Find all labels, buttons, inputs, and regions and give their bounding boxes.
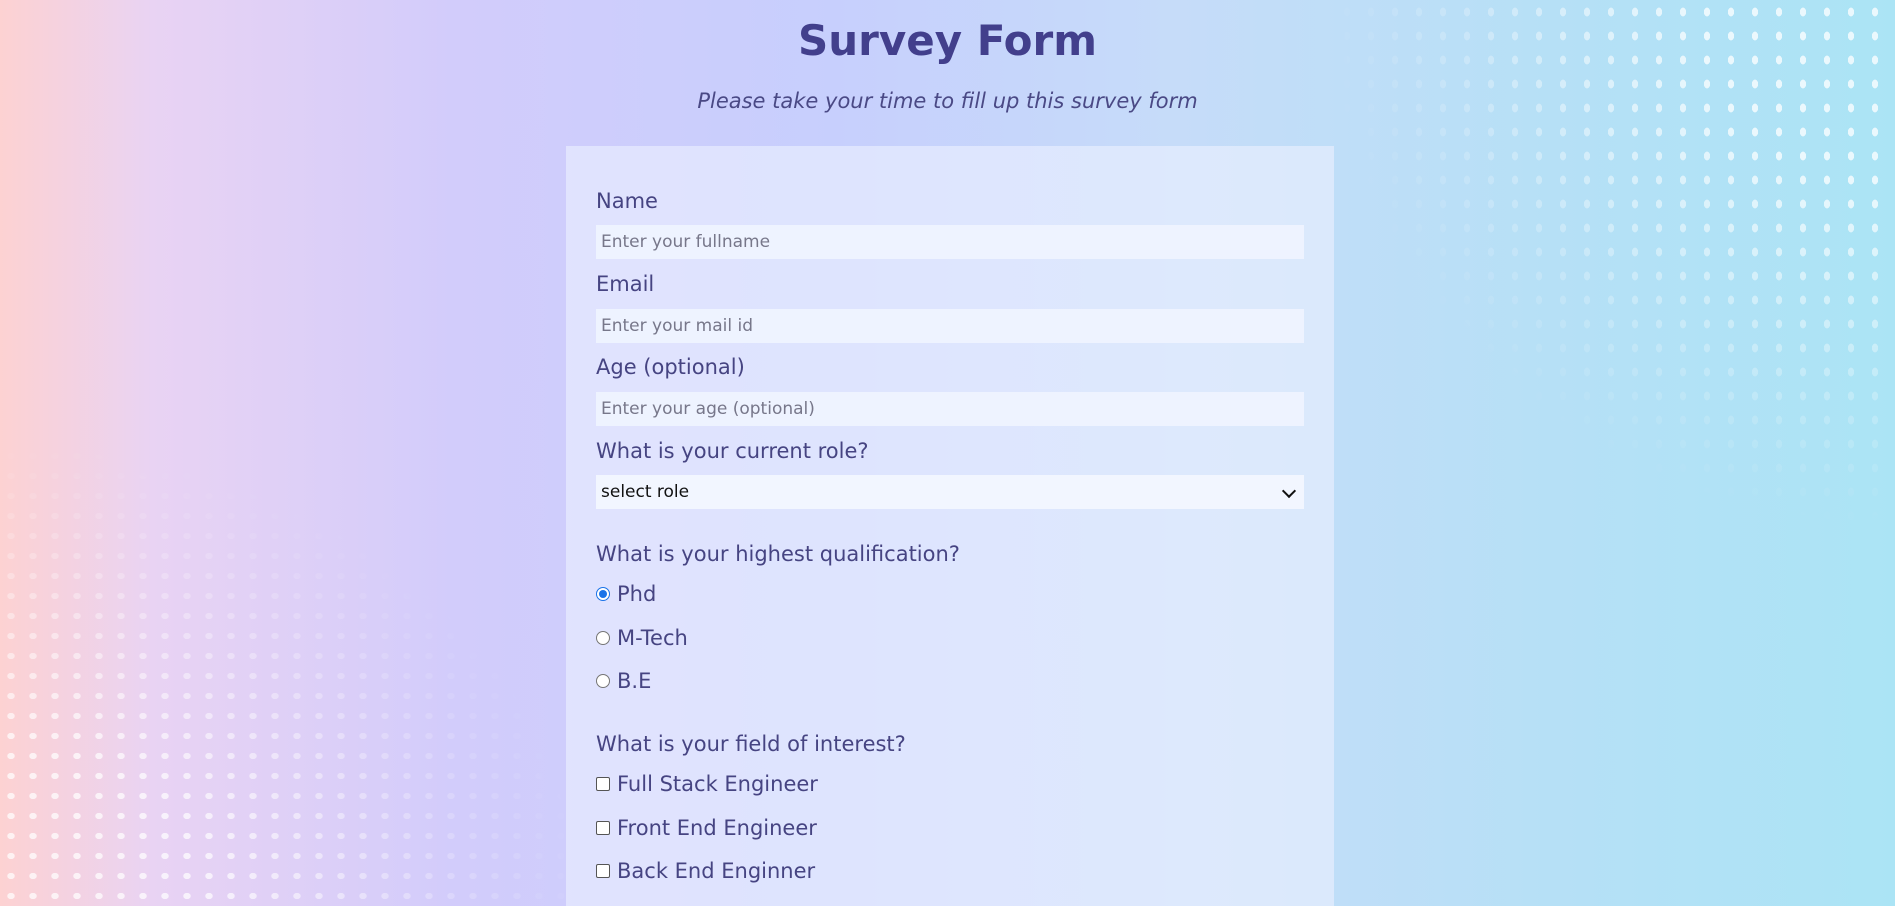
qualification-option-label: M-Tech xyxy=(617,626,688,650)
interest-option-full-stack[interactable]: Full Stack Engineer xyxy=(596,770,818,798)
role-select[interactable]: select role xyxy=(596,475,1304,509)
chevron-down-icon xyxy=(1281,483,1297,499)
qualification-option-label: Phd xyxy=(617,582,657,606)
qualification-option-be[interactable]: B.E xyxy=(596,667,651,695)
interest-option-front-end[interactable]: Front End Engineer xyxy=(596,814,817,842)
page-subtitle: Please take your time to fill up this su… xyxy=(697,89,1198,113)
background-dot-pattern-bottom-left xyxy=(0,446,580,906)
radio-button-checked[interactable] xyxy=(596,587,610,601)
survey-form: Name Email Age (optional) What is your c… xyxy=(566,146,1334,906)
interest-option-label: Back End Enginner xyxy=(617,859,816,883)
qualification-option-phd[interactable]: Phd xyxy=(596,580,656,608)
checkbox[interactable] xyxy=(596,821,610,835)
interest-label: What is your field of interest? xyxy=(596,732,906,756)
qualification-label: What is your highest qualification? xyxy=(596,542,960,566)
age-label: Age (optional) xyxy=(596,355,745,379)
role-select-value: select role xyxy=(601,482,690,502)
interest-option-back-end[interactable]: Back End Enginner xyxy=(596,857,815,885)
name-label: Name xyxy=(596,189,658,213)
radio-button[interactable] xyxy=(596,674,610,688)
qualification-option-label: B.E xyxy=(617,669,652,693)
background-dot-pattern-top-right xyxy=(1335,0,1895,520)
email-input[interactable] xyxy=(596,309,1304,343)
page-title: Survey Form xyxy=(797,16,1098,65)
interest-option-label: Full Stack Engineer xyxy=(617,772,818,796)
age-input[interactable] xyxy=(596,392,1304,426)
name-input[interactable] xyxy=(596,225,1304,259)
radio-button[interactable] xyxy=(596,631,610,645)
email-label: Email xyxy=(596,272,655,296)
qualification-option-mtech[interactable]: M-Tech xyxy=(596,624,688,652)
role-label: What is your current role? xyxy=(596,439,869,463)
interest-option-label: Front End Engineer xyxy=(617,816,817,840)
checkbox[interactable] xyxy=(596,777,610,791)
checkbox[interactable] xyxy=(596,864,610,878)
